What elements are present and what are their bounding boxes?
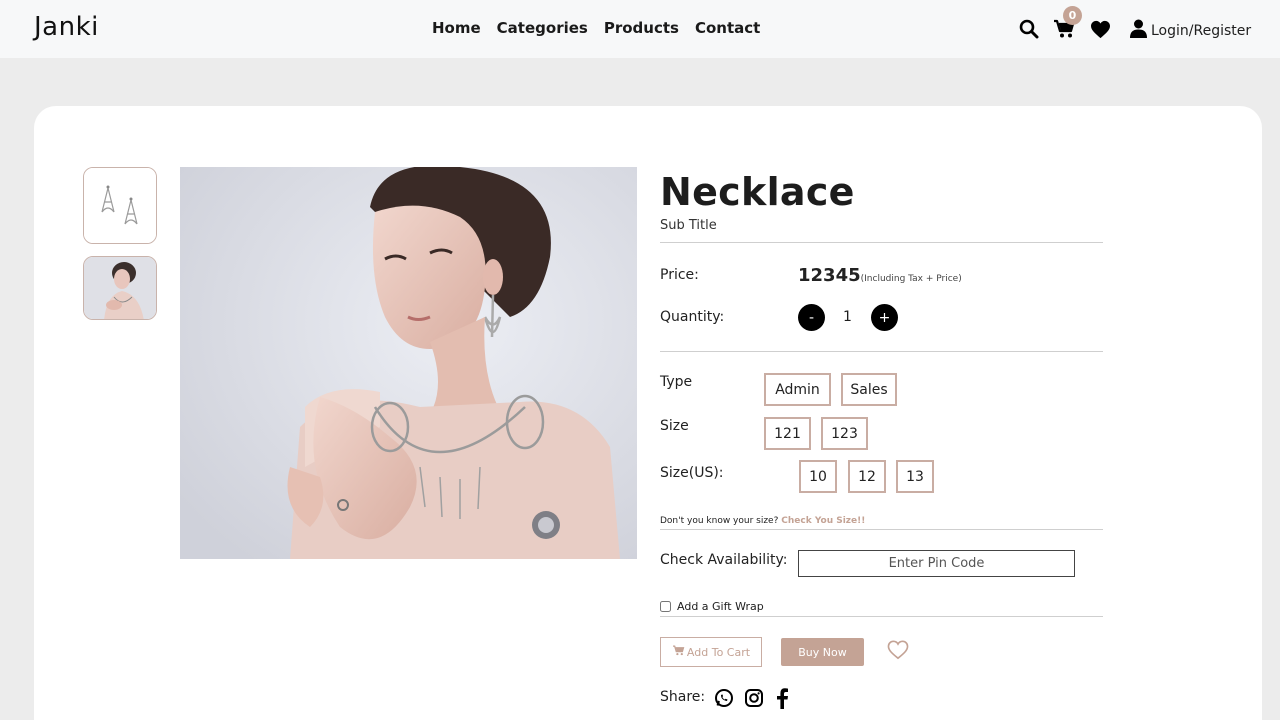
- thumbnail-earrings[interactable]: [83, 167, 157, 244]
- heart-icon[interactable]: [1089, 18, 1111, 40]
- gift-wrap-option: Add a Gift Wrap: [660, 600, 764, 613]
- product-title: Necklace: [660, 170, 855, 214]
- brand-logo[interactable]: Janki: [34, 12, 99, 42]
- login-register-label: Login/Register: [1151, 22, 1252, 39]
- size-label: Size: [660, 418, 689, 434]
- type-option-admin[interactable]: Admin: [764, 373, 831, 406]
- quantity-label: Quantity:: [660, 309, 725, 325]
- nav-home[interactable]: Home: [432, 19, 481, 37]
- price-label: Price:: [660, 267, 699, 283]
- product-subtitle: Sub Title: [660, 218, 717, 233]
- user-icon: [1130, 19, 1147, 42]
- size-option-123[interactable]: 123: [821, 417, 868, 450]
- price-value: 12345(Including Tax + Price): [798, 265, 962, 286]
- divider: [660, 351, 1103, 352]
- wishlist-heart-icon[interactable]: [887, 640, 909, 664]
- nav-contact[interactable]: Contact: [695, 19, 760, 37]
- size-us-label: Size(US):: [660, 465, 724, 481]
- product-main-image: [180, 167, 637, 559]
- facebook-icon[interactable]: [771, 687, 793, 709]
- size-us-option-12[interactable]: 12: [848, 460, 886, 493]
- add-to-cart-label: Add To Cart: [686, 645, 751, 659]
- size-us-option-13[interactable]: 13: [896, 460, 934, 493]
- size-hint-text: Don't you know your size?: [660, 516, 779, 526]
- type-label: Type: [660, 374, 693, 390]
- share-label: Share:: [660, 689, 706, 705]
- divider: [660, 616, 1103, 617]
- type-option-sales[interactable]: Sales: [841, 373, 897, 406]
- check-size-link[interactable]: Check You Size!!: [781, 516, 865, 526]
- instagram-icon[interactable]: [743, 687, 765, 709]
- cart-count-badge: 0: [1063, 6, 1082, 25]
- price-note: (Including Tax + Price): [860, 274, 962, 284]
- pin-code-input[interactable]: [798, 550, 1075, 577]
- quantity-value: 1: [843, 309, 852, 325]
- availability-label: Check Availability:: [660, 552, 788, 568]
- size-option-121[interactable]: 121: [764, 417, 811, 450]
- buy-now-button[interactable]: Buy Now: [781, 638, 864, 666]
- size-us-option-10[interactable]: 10: [799, 460, 837, 493]
- thumbnail-model[interactable]: [83, 256, 157, 320]
- size-hint: Don't you know your size? Check You Size…: [660, 516, 865, 526]
- login-register-link[interactable]: Login/Register: [1130, 19, 1251, 42]
- whatsapp-icon[interactable]: [713, 687, 735, 709]
- quantity-decrease-button[interactable]: -: [798, 304, 825, 331]
- quantity-increase-button[interactable]: +: [871, 304, 898, 331]
- divider: [660, 529, 1103, 530]
- gift-wrap-label: Add a Gift Wrap: [677, 600, 764, 613]
- search-icon[interactable]: [1018, 18, 1040, 40]
- main-nav: Home Categories Products Contact: [432, 19, 760, 37]
- cart-icon: [672, 645, 685, 659]
- nav-categories[interactable]: Categories: [497, 19, 588, 37]
- gift-wrap-checkbox[interactable]: [660, 601, 671, 612]
- top-header: Janki Home Categories Products Contact 0…: [0, 0, 1280, 58]
- nav-products[interactable]: Products: [604, 19, 679, 37]
- divider: [660, 242, 1103, 243]
- price-amount: 12345: [798, 265, 861, 286]
- add-to-cart-button[interactable]: Add To Cart: [660, 637, 762, 667]
